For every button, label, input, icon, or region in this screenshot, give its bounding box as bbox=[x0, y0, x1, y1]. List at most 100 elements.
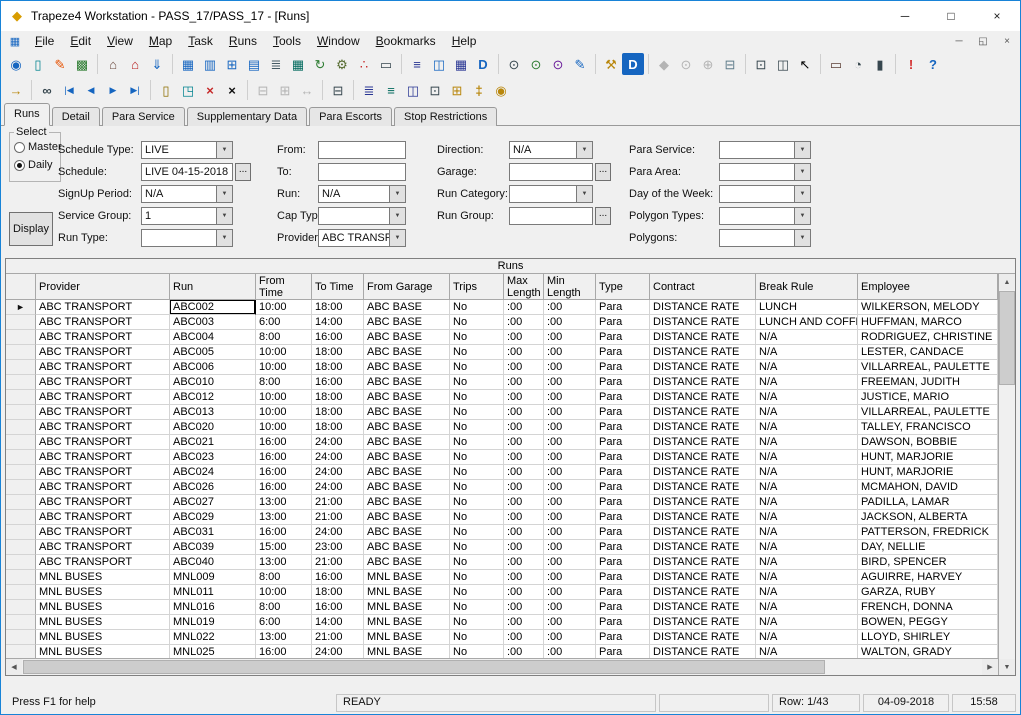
dropdown-arrow-icon[interactable]: ▼ bbox=[216, 142, 232, 158]
tools-gear-icon[interactable]: ⚙ bbox=[331, 53, 353, 75]
row-selector[interactable] bbox=[6, 570, 36, 585]
signup-period-combobox[interactable]: N/A▼ bbox=[141, 185, 233, 203]
run-combobox[interactable]: N/A▼ bbox=[318, 185, 406, 203]
column-header-to-time[interactable]: To Time bbox=[312, 274, 364, 300]
search-document-icon[interactable]: ⊙ bbox=[503, 53, 525, 75]
exit-icon[interactable]: → bbox=[5, 79, 27, 101]
child-restore-button[interactable]: ◱ bbox=[972, 33, 994, 49]
run-type-combobox[interactable]: ▼ bbox=[141, 229, 233, 247]
dropdown-arrow-icon[interactable]: ▼ bbox=[794, 186, 810, 202]
tab-para-escorts[interactable]: Para Escorts bbox=[309, 107, 392, 126]
row-selector[interactable] bbox=[6, 375, 36, 390]
table-row[interactable]: MNL BUSESMNL0196:0014:00MNL BASENo:00:00… bbox=[6, 615, 998, 630]
schedule-browse-button[interactable]: ... bbox=[235, 163, 251, 181]
table-row[interactable]: ABC TRANSPORTABC02316:0024:00ABC BASENo:… bbox=[6, 450, 998, 465]
table-row[interactable]: ABC TRANSPORTABC00510:0018:00ABC BASENo:… bbox=[6, 345, 998, 360]
blocks-table-icon[interactable]: ▥ bbox=[199, 53, 221, 75]
child-minimize-button[interactable]: ─ bbox=[948, 33, 970, 49]
run-category-combobox[interactable]: ▼ bbox=[509, 185, 593, 203]
help-icon[interactable]: ? bbox=[922, 53, 944, 75]
import-arrow-icon[interactable]: ⇓ bbox=[146, 53, 168, 75]
dropdown-arrow-icon[interactable]: ▼ bbox=[389, 208, 405, 224]
scroll-up-icon[interactable]: ▲ bbox=[999, 274, 1015, 290]
map-edit-icon[interactable]: ▩ bbox=[71, 53, 93, 75]
from-input[interactable] bbox=[318, 141, 406, 159]
service-group-combobox[interactable]: 1▼ bbox=[141, 207, 233, 225]
radio-daily-circle[interactable] bbox=[14, 160, 25, 171]
menu-item-help[interactable]: Help bbox=[444, 33, 485, 49]
row-selector[interactable] bbox=[6, 360, 36, 375]
column-header-trips[interactable]: Trips bbox=[450, 274, 504, 300]
fuel-pump-icon[interactable]: ▮ bbox=[869, 53, 891, 75]
alert-icon[interactable]: ! bbox=[900, 53, 922, 75]
row-selector[interactable] bbox=[6, 510, 36, 525]
column-header-employee[interactable]: Employee bbox=[858, 274, 998, 300]
table-row[interactable]: ABC TRANSPORTABC02713:0021:00ABC BASENo:… bbox=[6, 495, 998, 510]
table-row[interactable]: ABC TRANSPORTABC03915:0023:00ABC BASENo:… bbox=[6, 540, 998, 555]
stops-markers-icon[interactable]: ∴ bbox=[353, 53, 375, 75]
print-icon[interactable]: ⊟ bbox=[327, 79, 349, 101]
column-header-run[interactable]: Run bbox=[170, 274, 256, 300]
table-row[interactable]: ABC TRANSPORTABC03116:0024:00ABC BASENo:… bbox=[6, 525, 998, 540]
row-selector[interactable] bbox=[6, 420, 36, 435]
horizontal-scroll-thumb[interactable] bbox=[23, 660, 825, 674]
table-row[interactable]: ABC TRANSPORTABC02116:0024:00ABC BASENo:… bbox=[6, 435, 998, 450]
dispatch-d-icon[interactable]: D bbox=[622, 53, 644, 75]
row-selector[interactable] bbox=[6, 645, 36, 658]
garage-browse-button[interactable]: ... bbox=[595, 163, 611, 181]
tab-runs[interactable]: Runs bbox=[4, 103, 50, 126]
scroll-right-icon[interactable]: ▶ bbox=[982, 659, 998, 675]
run-group-input[interactable] bbox=[509, 207, 593, 225]
para-service-combobox[interactable]: ▼ bbox=[719, 141, 811, 159]
access-grid-icon[interactable]: ⊞ bbox=[446, 79, 468, 101]
column-header-min-length[interactable]: Min Length bbox=[544, 274, 596, 300]
run-group-browse-button[interactable]: ... bbox=[595, 207, 611, 225]
row-selector[interactable] bbox=[6, 405, 36, 420]
menu-item-window[interactable]: Window bbox=[309, 33, 368, 49]
to-input[interactable] bbox=[318, 163, 406, 181]
row-selector[interactable] bbox=[6, 555, 36, 570]
row-selector[interactable] bbox=[6, 495, 36, 510]
table-row[interactable]: ABC TRANSPORTABC02416:0024:00ABC BASENo:… bbox=[6, 465, 998, 480]
dropdown-arrow-icon[interactable]: ▼ bbox=[794, 230, 810, 246]
form-edit-icon[interactable]: ✎ bbox=[569, 53, 591, 75]
depot-building-icon[interactable]: ⌂ bbox=[102, 53, 124, 75]
duplicate-record-icon[interactable]: ◳ bbox=[177, 79, 199, 101]
minimize-button[interactable]: ─ bbox=[882, 1, 928, 31]
row-selector[interactable] bbox=[6, 480, 36, 495]
tab-supplementary-data[interactable]: Supplementary Data bbox=[187, 107, 307, 126]
dropdown-arrow-icon[interactable]: ▼ bbox=[216, 208, 232, 224]
table-row[interactable]: ABC TRANSPORTABC02616:0024:00ABC BASENo:… bbox=[6, 480, 998, 495]
dropdown-arrow-icon[interactable]: ▼ bbox=[576, 142, 592, 158]
child-close-button[interactable]: × bbox=[996, 33, 1018, 49]
close-button[interactable]: × bbox=[974, 1, 1020, 31]
row-selector[interactable] bbox=[6, 585, 36, 600]
paired-tables-icon[interactable]: ◫ bbox=[428, 53, 450, 75]
dropdown-arrow-icon[interactable]: ▼ bbox=[794, 142, 810, 158]
build-hammer-icon[interactable]: ⚒ bbox=[600, 53, 622, 75]
monitor-window-icon[interactable]: ⊡ bbox=[750, 53, 772, 75]
dropdown-arrow-icon[interactable]: ▼ bbox=[576, 186, 592, 202]
add-table-icon[interactable]: ⊞ bbox=[221, 53, 243, 75]
radio-master[interactable]: Master bbox=[14, 141, 62, 153]
row-selector[interactable] bbox=[6, 600, 36, 615]
dropdown-arrow-icon[interactable]: ▼ bbox=[794, 208, 810, 224]
lock-icon[interactable]: ◉ bbox=[490, 79, 512, 101]
provider-combobox[interactable]: ABC TRANSPO...▼ bbox=[318, 229, 406, 247]
row-selector[interactable] bbox=[6, 540, 36, 555]
row-selector[interactable] bbox=[6, 465, 36, 480]
day-of-the-week-combobox[interactable]: ▼ bbox=[719, 185, 811, 203]
roster-list-icon[interactable]: ≣ bbox=[265, 53, 287, 75]
radio-daily[interactable]: Daily bbox=[14, 159, 52, 171]
garage-input[interactable] bbox=[509, 163, 593, 181]
odometer-icon[interactable]: ◔ bbox=[847, 53, 869, 75]
table-row[interactable]: MNL BUSESMNL02213:0021:00MNL BASENo:00:0… bbox=[6, 630, 998, 645]
schedule-table-icon[interactable]: ▤ bbox=[243, 53, 265, 75]
tab-stop-restrictions[interactable]: Stop Restrictions bbox=[394, 107, 497, 126]
delete-record-icon[interactable]: × bbox=[199, 79, 221, 101]
menu-item-edit[interactable]: Edit bbox=[62, 33, 99, 49]
binoculars-find-icon[interactable]: ∞ bbox=[36, 79, 58, 101]
row-selector[interactable] bbox=[6, 390, 36, 405]
dropdown-arrow-icon[interactable]: ▼ bbox=[216, 230, 232, 246]
row-selector[interactable] bbox=[6, 450, 36, 465]
